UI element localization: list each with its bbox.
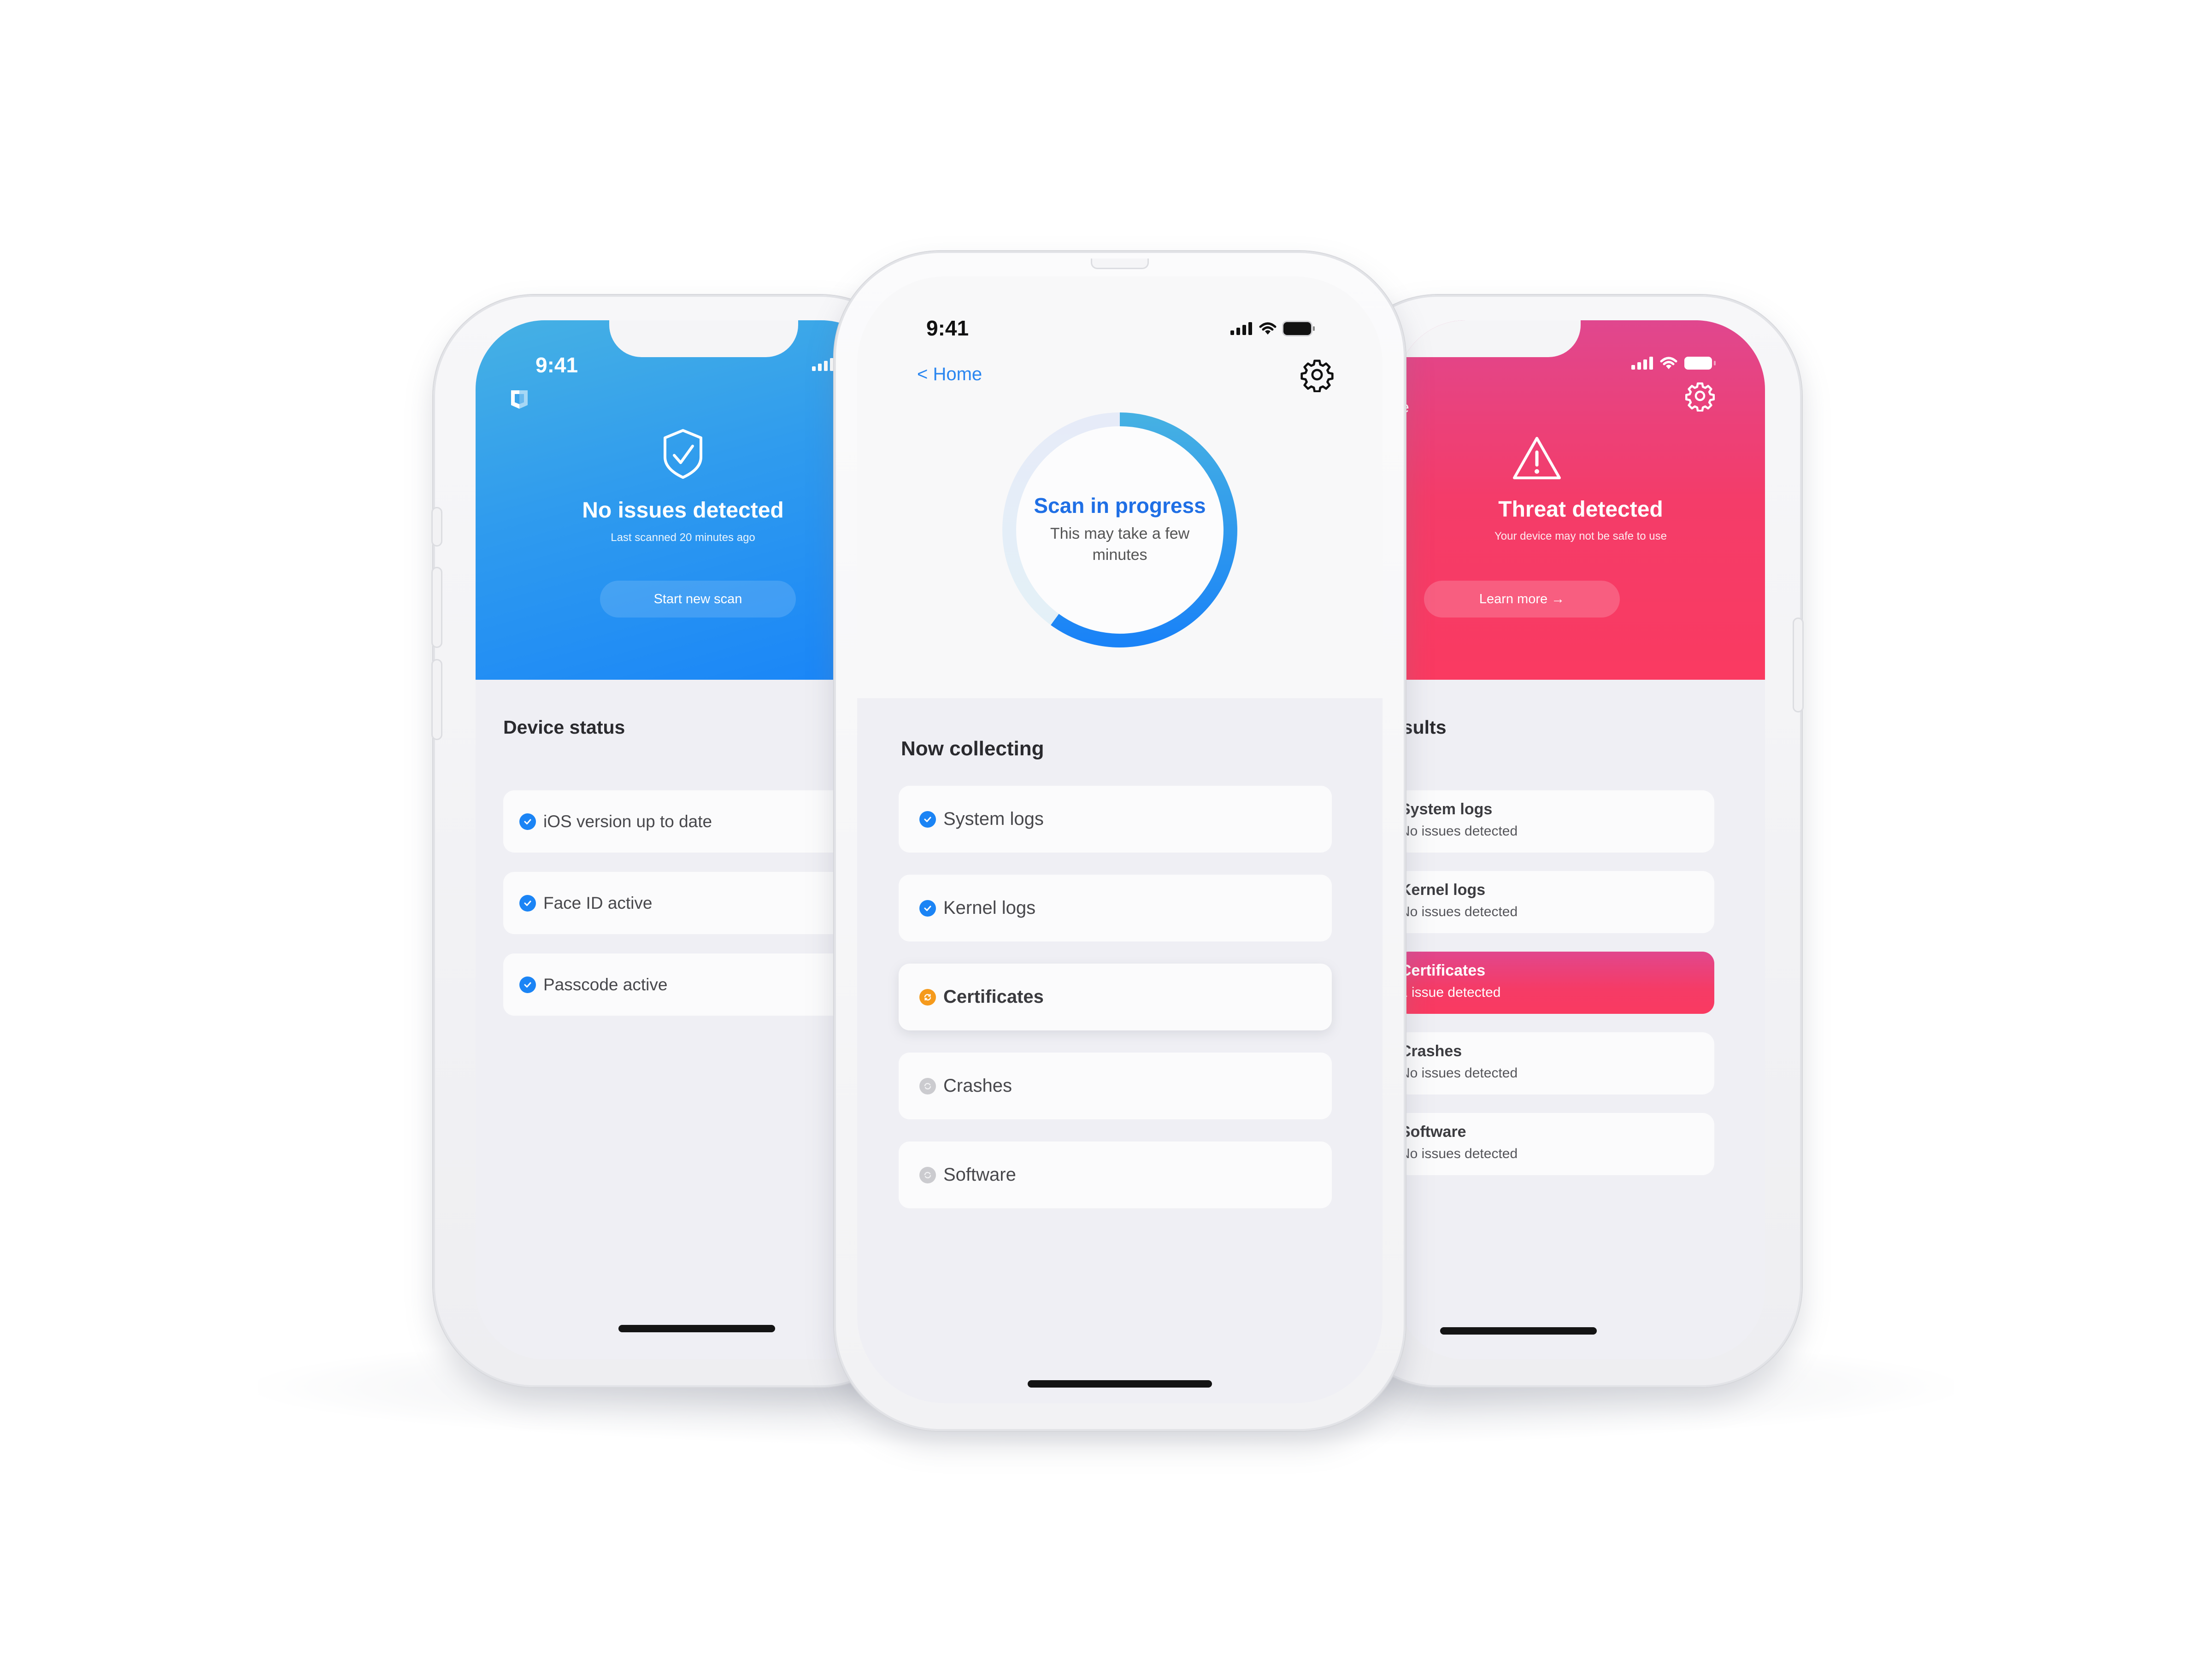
wifi-icon xyxy=(1660,357,1677,369)
result-subtitle: No issues detected xyxy=(1400,1146,1518,1161)
result-title: System logs xyxy=(1400,800,1493,818)
check-circle-icon xyxy=(519,894,536,912)
shield-check-icon xyxy=(662,429,704,479)
status-time: 9:41 xyxy=(535,353,578,377)
volume-down-button xyxy=(431,659,442,740)
status-icons xyxy=(1230,322,1315,335)
result-title: Software xyxy=(1400,1123,1466,1141)
home-indicator[interactable] xyxy=(1028,1380,1212,1388)
result-title: Certificates xyxy=(1400,962,1486,979)
status-item[interactable]: iOS version up to date xyxy=(503,790,890,853)
wifi-icon xyxy=(1259,322,1277,335)
sync-pending-icon xyxy=(919,1077,936,1094)
mute-switch xyxy=(431,507,442,547)
signal-icon xyxy=(1230,322,1252,335)
status-icons xyxy=(1631,356,1716,370)
phone-center: 9:41 < Home Scan in progress This may ta… xyxy=(834,251,1406,1431)
progress-title: Scan in progress xyxy=(1034,494,1206,518)
status-icons xyxy=(812,358,834,371)
result-item[interactable]: Crashes No issues detected xyxy=(1396,1032,1714,1094)
check-circle-icon xyxy=(519,976,536,993)
collect-item-label: Certificates xyxy=(943,987,1044,1007)
battery-icon xyxy=(1283,322,1315,335)
section-title: Device status xyxy=(503,717,625,738)
collect-item-label: Software xyxy=(943,1165,1016,1185)
left-screen: 9:41 No issues detected Last scanned 20 … xyxy=(476,320,890,1359)
volume-up-button xyxy=(431,567,442,648)
collect-item[interactable]: Kernel logs xyxy=(899,875,1332,941)
result-subtitle: 1 issue detected xyxy=(1400,985,1501,1000)
result-subtitle: No issues detected xyxy=(1400,824,1518,839)
right-screen: 1 ne xyxy=(1396,320,1765,1359)
notch xyxy=(609,320,798,357)
signal-icon xyxy=(812,358,834,371)
back-home-link[interactable]: < Home xyxy=(917,364,982,385)
start-new-scan-button[interactable]: Start new scan xyxy=(600,581,796,618)
center-screen: 9:41 < Home Scan in progress This may ta… xyxy=(857,276,1382,1403)
app-logo-shield-icon xyxy=(510,389,529,410)
sync-in-progress-icon xyxy=(919,988,936,1006)
learn-more-button[interactable]: Learn more → xyxy=(1424,581,1620,618)
check-circle-icon xyxy=(519,813,536,830)
result-title: Crashes xyxy=(1400,1042,1462,1060)
home-indicator[interactable] xyxy=(1440,1327,1597,1335)
home-indicator[interactable] xyxy=(618,1325,775,1332)
check-circle-icon xyxy=(919,900,936,917)
hero-header: 9:41 No issues detected Last scanned 20 … xyxy=(476,320,890,680)
sync-pending-icon xyxy=(919,1166,936,1183)
collect-item[interactable]: System logs xyxy=(899,786,1332,853)
progress-subtitle: This may take a few minutes xyxy=(1050,525,1190,564)
status-item[interactable]: Passcode active xyxy=(503,953,890,1016)
result-item[interactable]: Kernel logs No issues detected xyxy=(1396,871,1714,933)
result-item[interactable]: System logs No issues detected xyxy=(1396,790,1714,853)
signal-icon xyxy=(1631,357,1653,370)
result-item-alert[interactable]: Certificates 1 issue detected xyxy=(1396,952,1714,1014)
result-item[interactable]: Software No issues detected xyxy=(1396,1113,1714,1175)
status-item-label: Face ID active xyxy=(543,893,653,912)
collect-item-active[interactable]: Certificates xyxy=(899,964,1332,1030)
power-button xyxy=(1793,618,1804,712)
section-title: Now collecting xyxy=(901,737,1044,760)
warning-triangle-icon xyxy=(1512,435,1562,482)
earpiece-speaker xyxy=(1091,259,1149,269)
phone-right: 1 ne xyxy=(1336,295,1804,1387)
hero-subtitle: Last scanned 20 minutes ago xyxy=(611,531,755,544)
scan-progress-ring: Scan in progress This may take a few min… xyxy=(1000,410,1240,650)
gear-icon[interactable] xyxy=(1300,357,1335,393)
hero-header: 1 ne xyxy=(1396,320,1765,680)
gear-icon[interactable] xyxy=(1684,380,1716,412)
battery-icon xyxy=(1684,357,1716,370)
collect-item-label: Crashes xyxy=(943,1076,1012,1096)
collect-item[interactable]: Crashes xyxy=(899,1053,1332,1119)
hero-subtitle: Your device may not be safe to use xyxy=(1494,530,1667,542)
status-item-label: Passcode active xyxy=(543,975,668,994)
status-time: 9:41 xyxy=(926,316,969,340)
check-circle-icon xyxy=(919,811,936,828)
hero-title: No issues detected xyxy=(582,498,784,523)
result-subtitle: No issues detected xyxy=(1400,1065,1518,1081)
result-subtitle: No issues detected xyxy=(1400,904,1518,919)
status-item-label: iOS version up to date xyxy=(543,812,712,831)
result-title: Kernel logs xyxy=(1400,881,1486,899)
hero-title: Threat detected xyxy=(1498,497,1663,522)
collect-item-label: System logs xyxy=(943,809,1044,829)
status-item[interactable]: Face ID active xyxy=(503,872,890,934)
collect-item[interactable]: Software xyxy=(899,1141,1332,1208)
notch xyxy=(1396,320,1581,357)
collect-item-label: Kernel logs xyxy=(943,898,1036,918)
